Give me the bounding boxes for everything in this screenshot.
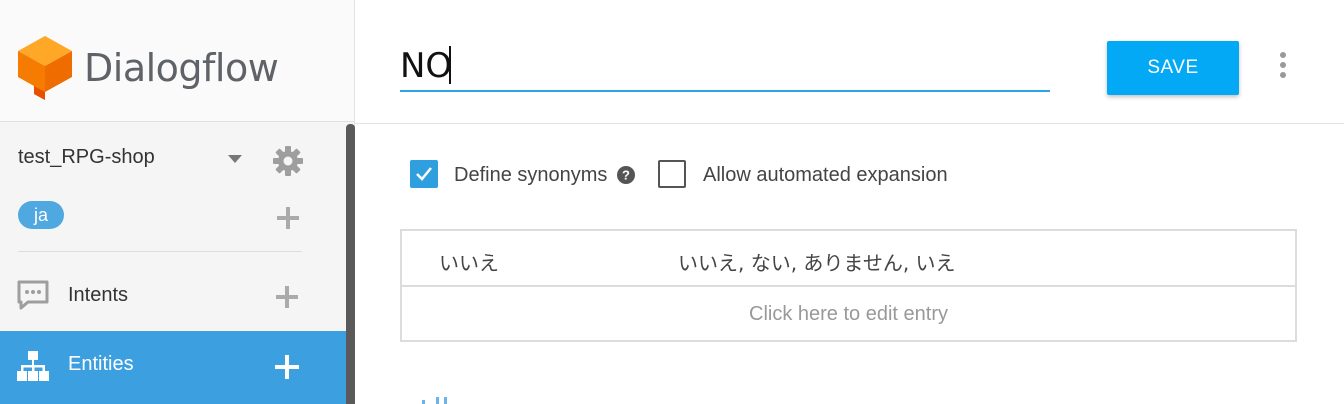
checkmark-icon bbox=[416, 167, 432, 181]
help-icon[interactable]: ? bbox=[617, 166, 635, 184]
automated-expansion-label: Allow automated expansion bbox=[703, 164, 948, 186]
sidebar-item-entities[interactable]: Entities bbox=[0, 331, 346, 404]
sidebar-scrollbar[interactable] bbox=[346, 124, 355, 404]
entity-header: SAVE bbox=[355, 0, 1344, 124]
chat-bubble-icon bbox=[17, 280, 49, 310]
svg-text:?: ? bbox=[622, 168, 630, 183]
edit-entry-placeholder[interactable]: Click here to edit entry bbox=[402, 303, 1295, 326]
sidebar-item-label: Intents bbox=[68, 284, 129, 306]
entity-tree-icon bbox=[17, 351, 49, 381]
divider bbox=[18, 251, 302, 252]
add-language-icon[interactable] bbox=[277, 207, 299, 229]
more-options-icon[interactable] bbox=[1279, 52, 1287, 78]
partial-link-text bbox=[414, 396, 456, 404]
sidebar-item-label: Entities bbox=[68, 353, 134, 375]
add-intent-icon[interactable] bbox=[276, 286, 298, 308]
entry-reference-value[interactable]: いいえ bbox=[439, 247, 499, 276]
entries-table: いいえ いいえ, ない, ありません, いえ Click here to edi… bbox=[400, 229, 1297, 342]
save-button[interactable]: SAVE bbox=[1107, 41, 1239, 95]
define-synonyms-checkbox[interactable] bbox=[410, 160, 438, 188]
brand-name: Dialogflow bbox=[84, 46, 279, 90]
agent-name[interactable]: test_RPG-shop bbox=[18, 146, 155, 169]
dialogflow-logo-icon bbox=[18, 36, 72, 100]
text-cursor bbox=[449, 46, 451, 84]
logo-area: Dialogflow bbox=[0, 0, 354, 122]
language-badge[interactable]: ja bbox=[18, 201, 64, 229]
entity-name-input[interactable] bbox=[400, 42, 1050, 92]
define-synonyms-label: Define synonyms bbox=[454, 164, 608, 186]
table-row[interactable]: いいえ いいえ, ない, ありません, いえ bbox=[402, 231, 1295, 287]
gear-icon[interactable] bbox=[271, 144, 305, 178]
automated-expansion-checkbox[interactable] bbox=[658, 160, 686, 188]
entry-synonyms[interactable]: いいえ, ない, ありません, いえ bbox=[678, 247, 956, 276]
add-entity-icon[interactable] bbox=[275, 355, 299, 379]
agent-dropdown-caret-icon[interactable] bbox=[228, 155, 242, 163]
sidebar-item-intents[interactable]: Intents bbox=[0, 262, 346, 328]
sidebar: Dialogflow test_RPG-shop ja Intents Enti… bbox=[0, 0, 355, 404]
